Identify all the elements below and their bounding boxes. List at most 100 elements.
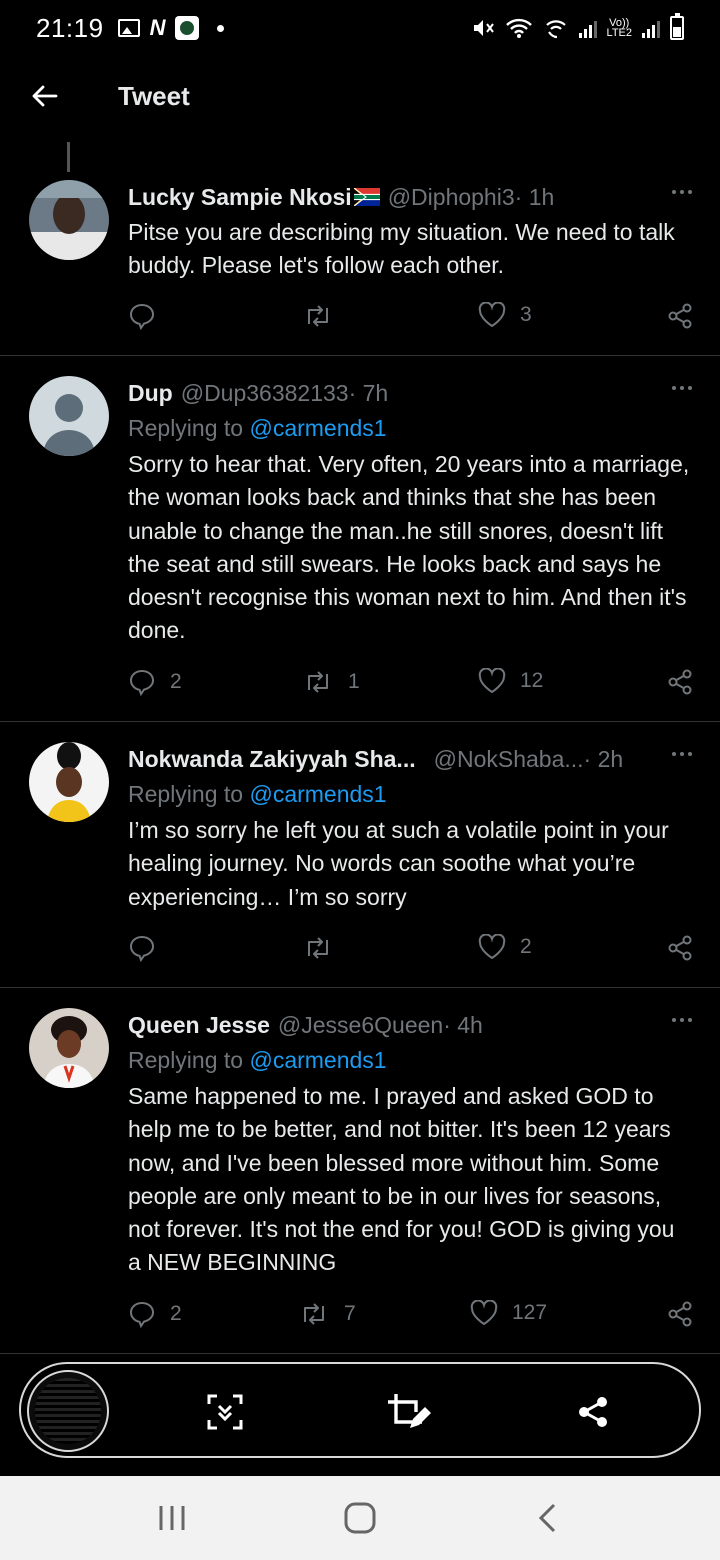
display-name[interactable]: Queen Jesse bbox=[128, 1012, 270, 1039]
recents-icon bbox=[159, 1506, 185, 1530]
like-count: 3 bbox=[520, 303, 532, 326]
mention-link[interactable]: @carmends1 bbox=[249, 1047, 386, 1073]
retweet-count: 7 bbox=[344, 1302, 356, 1325]
scroll-capture-button[interactable] bbox=[199, 1386, 251, 1438]
tweet-actions: 2 1 12 bbox=[128, 668, 694, 704]
n-app-icon: N bbox=[149, 15, 166, 40]
heart-icon bbox=[478, 302, 506, 328]
crop-edit-button[interactable] bbox=[383, 1386, 435, 1438]
heart-icon bbox=[478, 934, 506, 960]
tweet-text: Same happened to me. I prayed and asked … bbox=[128, 1083, 675, 1276]
screenshot-thumbnail[interactable] bbox=[27, 1370, 109, 1452]
reply-button[interactable]: 2 bbox=[128, 1300, 182, 1328]
avatar[interactable] bbox=[29, 180, 109, 260]
reply-icon bbox=[129, 935, 155, 962]
share-button[interactable] bbox=[666, 668, 694, 696]
share-icon bbox=[668, 669, 692, 695]
retweet-icon bbox=[308, 671, 328, 693]
status-time: 21:19 bbox=[36, 12, 104, 43]
avatar[interactable] bbox=[29, 1008, 109, 1088]
share-icon bbox=[579, 1397, 607, 1427]
recents-button[interactable] bbox=[142, 1498, 202, 1538]
username[interactable]: @Jesse6Queen bbox=[278, 1012, 443, 1039]
heart-icon bbox=[478, 668, 506, 694]
system-navigation-bar bbox=[0, 1476, 720, 1560]
retweet-icon bbox=[304, 1303, 324, 1325]
tweet[interactable]: Dup @Dup36382133 · 7h Replying to @carme… bbox=[0, 356, 720, 722]
back-button[interactable] bbox=[18, 70, 70, 122]
tweet[interactable]: Queen Jesse @Jesse6Queen · 4h Replying t… bbox=[0, 988, 720, 1354]
mention-link[interactable]: @carmends1 bbox=[249, 415, 386, 441]
share-button[interactable] bbox=[666, 302, 694, 330]
share-button[interactable] bbox=[666, 934, 694, 962]
signal-1-icon bbox=[578, 18, 597, 38]
tweet-header: Queen Jesse @Jesse6Queen · 4h bbox=[128, 1008, 692, 1042]
tweet-actions: 3 bbox=[128, 302, 694, 338]
replying-to: Replying to @carmends1 bbox=[128, 1047, 387, 1073]
wifi-calling-icon bbox=[545, 20, 566, 39]
display-name[interactable]: Dup bbox=[128, 380, 173, 407]
reply-icon bbox=[129, 1301, 155, 1328]
reply-button[interactable] bbox=[128, 934, 156, 962]
nav-back-icon bbox=[538, 1503, 556, 1533]
retweet-button[interactable]: 1 bbox=[302, 668, 360, 696]
page-title: Tweet bbox=[118, 80, 190, 111]
reply-icon bbox=[129, 303, 155, 330]
username[interactable]: @Diphophi3 bbox=[388, 184, 515, 211]
tweet-text: Pitse you are describing my situation. W… bbox=[128, 219, 675, 279]
more-button[interactable] bbox=[672, 386, 692, 390]
avatar[interactable] bbox=[29, 742, 109, 822]
share-icon bbox=[668, 1301, 692, 1327]
reply-button[interactable] bbox=[128, 302, 156, 330]
status-bar: 21:19 N Vo)) LTE2 bbox=[0, 0, 720, 56]
like-button[interactable]: 127 bbox=[470, 1300, 547, 1326]
tweet-text: Sorry to hear that. Very often, 20 years… bbox=[128, 451, 690, 644]
scroll-capture-icon bbox=[207, 1394, 243, 1430]
system-icons: Vo)) LTE2 bbox=[471, 13, 684, 40]
like-count: 12 bbox=[520, 669, 544, 692]
tweet-header: Nokwanda Zakiyyah Sha... @NokShaba... · … bbox=[128, 742, 692, 776]
tweet[interactable]: Nokwanda Zakiyyah Sha... @NokShaba... · … bbox=[0, 722, 720, 988]
default-avatar-image bbox=[29, 376, 109, 456]
retweet-button[interactable] bbox=[302, 934, 334, 962]
retweet-icon bbox=[308, 305, 328, 327]
more-button[interactable] bbox=[672, 752, 692, 756]
like-button[interactable]: 12 bbox=[478, 668, 543, 694]
like-count: 127 bbox=[512, 1301, 548, 1324]
tweet[interactable]: Lucky Sampie Nkosi @Diphophi3 · 1h Pitse… bbox=[0, 170, 720, 356]
thread-connector bbox=[67, 142, 70, 172]
more-button[interactable] bbox=[672, 190, 692, 194]
screenshot-toolbar bbox=[19, 1362, 701, 1458]
username[interactable]: @NokShaba... bbox=[434, 746, 584, 773]
timestamp: · 7h bbox=[348, 379, 389, 406]
heart-icon bbox=[470, 1300, 498, 1326]
display-name[interactable]: Lucky Sampie Nkosi bbox=[128, 184, 352, 211]
like-button[interactable]: 3 bbox=[478, 302, 532, 328]
share-button[interactable] bbox=[666, 1300, 694, 1328]
nav-back-button[interactable] bbox=[518, 1498, 578, 1538]
home-button[interactable] bbox=[330, 1498, 390, 1538]
mention-link[interactable]: @carmends1 bbox=[249, 781, 386, 807]
like-button[interactable]: 2 bbox=[478, 934, 532, 960]
retweet-count: 1 bbox=[348, 670, 360, 693]
retweet-button[interactable]: 7 bbox=[298, 1300, 356, 1328]
display-name[interactable]: Nokwanda Zakiyyah Sha... bbox=[128, 746, 416, 773]
more-button[interactable] bbox=[672, 1018, 692, 1022]
tweet-text: I’m so sorry he left you at such a volat… bbox=[128, 817, 669, 910]
reply-count: 2 bbox=[170, 670, 182, 693]
retweet-button[interactable] bbox=[302, 302, 334, 330]
username[interactable]: @Dup36382133 bbox=[181, 380, 349, 407]
notification-icons: N bbox=[117, 15, 225, 41]
share-screenshot-button[interactable] bbox=[567, 1386, 619, 1438]
timestamp: · 4h bbox=[443, 1011, 483, 1038]
tweet-header: Dup @Dup36382133 · 7h bbox=[128, 376, 692, 410]
avatar[interactable] bbox=[29, 376, 109, 456]
gallery-icon bbox=[117, 19, 140, 37]
reply-button[interactable]: 2 bbox=[128, 668, 182, 696]
more-notifications-dot-icon bbox=[217, 24, 225, 32]
avatar-image bbox=[29, 742, 109, 822]
arrow-left-icon bbox=[32, 85, 58, 107]
tweet-actions: 2 bbox=[128, 934, 694, 970]
tweet-actions: 2 7 127 bbox=[128, 1300, 694, 1336]
signal-2-icon bbox=[642, 18, 660, 38]
